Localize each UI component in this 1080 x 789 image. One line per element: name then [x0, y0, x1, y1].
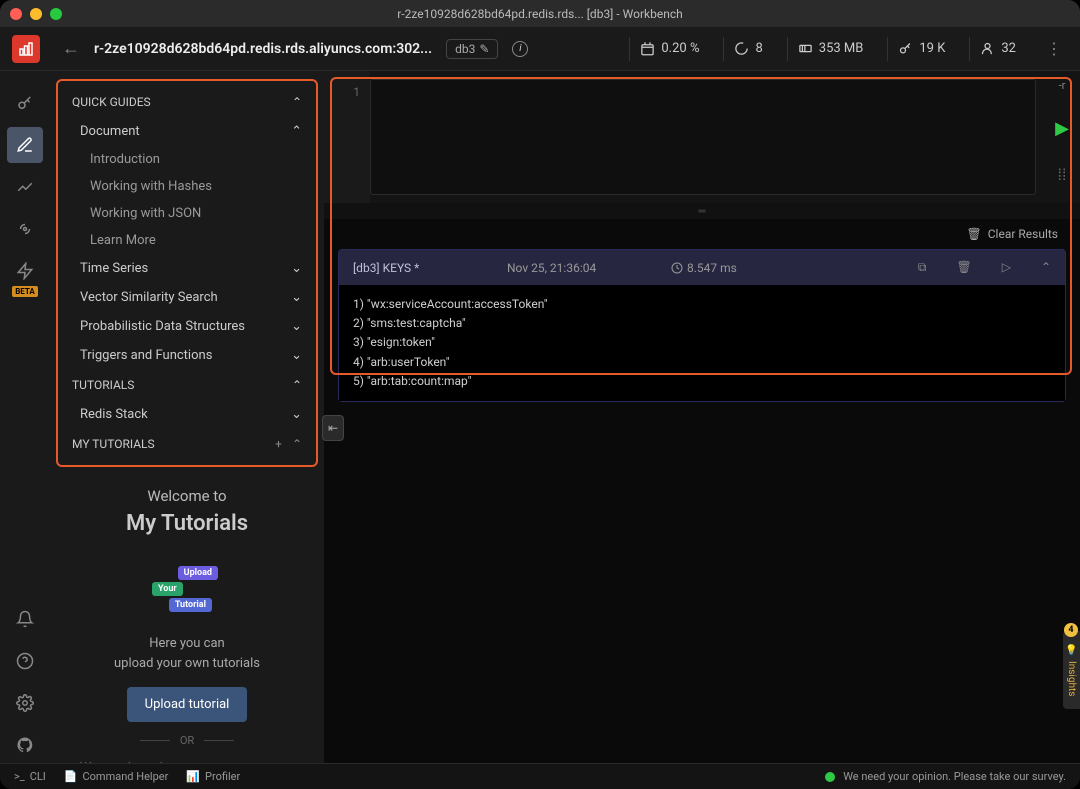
tree-sub-item[interactable]: Learn More — [62, 227, 312, 254]
host-label: r-2ze10928d628bd64pd.redis.rds.aliyuncs.… — [94, 41, 432, 57]
tree-sub-item[interactable]: Working with JSON — [62, 200, 312, 227]
or-divider: OR — [180, 734, 194, 747]
tree-redis-stack[interactable]: Redis Stack⌄ — [62, 400, 312, 429]
section-tutorials[interactable]: TUTORIALS ⌃ — [62, 370, 312, 400]
stat-cpu: 0.20 % — [629, 37, 709, 61]
copy-icon[interactable]: ⧉ — [918, 260, 927, 275]
tree-sub-item[interactable]: Introduction — [62, 146, 312, 173]
rail-help-icon[interactable] — [7, 643, 43, 679]
info-icon[interactable]: i — [512, 41, 528, 57]
rail-key-icon[interactable] — [7, 85, 43, 121]
survey-indicator-icon — [825, 772, 835, 782]
rail-settings-icon[interactable] — [7, 685, 43, 721]
beta-badge: BETA — [12, 286, 38, 297]
result-output: 1) "wx:serviceAccount:accessToken" 2) "s… — [339, 285, 1065, 401]
insights-tab[interactable]: 4 💡 Insights — [1063, 631, 1080, 709]
result-timestamp: Nov 25, 21:36:04 — [507, 261, 647, 275]
result-duration: 8.547 ms — [671, 261, 894, 275]
upload-tutorial-button[interactable]: Upload tutorial — [127, 687, 248, 722]
result-command: [db3] KEYS * — [353, 261, 483, 275]
survey-link[interactable]: We need your opinion. Please take our su… — [843, 770, 1066, 783]
chevron-down-icon: ⌄ — [291, 319, 302, 334]
section-my-tutorials[interactable]: MY TUTORIALS + ⌃ — [62, 429, 312, 459]
chevron-up-icon: ⌃ — [292, 95, 302, 109]
welcome-pre: Welcome to — [66, 487, 308, 505]
rail-workbench-icon[interactable] — [7, 127, 43, 163]
section-label: MY TUTORIALS — [72, 437, 155, 451]
trash-icon[interactable]: 🗑 — [967, 227, 982, 241]
chevron-up-icon: ⌃ — [291, 124, 302, 139]
tree-item[interactable]: Probabilistic Data Structures⌄ — [62, 312, 312, 341]
welcome-text: Here you can — [66, 634, 308, 654]
rail-github-icon[interactable] — [7, 727, 43, 763]
db-label: db3 — [455, 42, 475, 56]
tree-item[interactable]: Triggers and Functions⌄ — [62, 341, 312, 370]
chevron-up-icon: ⌃ — [292, 378, 302, 392]
delete-result-icon[interactable]: 🗑 — [956, 260, 971, 275]
editor-gutter: 1 — [324, 71, 370, 203]
chevron-down-icon: ⌄ — [291, 290, 302, 305]
section-label: TUTORIALS — [72, 378, 134, 392]
welcome-text: upload your own tutorials — [66, 654, 308, 674]
chevron-down-icon: ⌄ — [291, 348, 302, 363]
tree-item[interactable]: Time Series⌄ — [62, 254, 312, 283]
minimize-window-icon[interactable] — [30, 8, 42, 20]
clear-results-button[interactable]: Clear Results — [988, 227, 1058, 241]
tree-sub-item[interactable]: Working with Hashes — [62, 173, 312, 200]
query-editor[interactable] — [370, 79, 1036, 195]
footer-profiler[interactable]: 📊 Profiler — [186, 770, 240, 783]
run-button[interactable]: ▶ — [1055, 102, 1069, 155]
tree-document[interactable]: Document ⌃ — [62, 117, 312, 146]
stat-keys: 19 K — [887, 37, 955, 61]
welcome-illustration: Upload Your Tutorial — [152, 566, 222, 612]
editor-mode-label[interactable]: -r — [1059, 79, 1066, 92]
chevron-down-icon: ⌄ — [291, 407, 302, 422]
section-quick-guides[interactable]: QUICK GUIDES ⌃ — [62, 87, 312, 117]
collapse-result-icon[interactable]: ⌃ — [1041, 260, 1051, 275]
welcome-title: My Tutorials — [66, 511, 308, 536]
stat-connections: 8 — [723, 37, 772, 61]
stat-memory: 353 MB — [787, 37, 874, 61]
collapse-sidebar-button[interactable]: ⇤ — [322, 415, 344, 441]
tree-item[interactable]: Vector Similarity Search⌄ — [62, 283, 312, 312]
grip-icon[interactable]: ⁞⁞ — [1058, 165, 1067, 185]
plus-icon[interactable]: + — [275, 437, 282, 451]
db-selector[interactable]: db3 ✎ — [446, 39, 498, 59]
window-controls[interactable] — [10, 8, 62, 20]
rail-notifications-icon[interactable] — [7, 601, 43, 637]
stat-users: 32 — [969, 37, 1026, 61]
back-arrow-icon[interactable]: ← — [62, 38, 80, 59]
chevron-up-icon: ⌃ — [292, 437, 302, 451]
footer-cli[interactable]: >_ CLI — [14, 770, 46, 783]
resize-handle[interactable]: ═ — [324, 203, 1080, 219]
maximize-window-icon[interactable] — [50, 8, 62, 20]
close-window-icon[interactable] — [10, 8, 22, 20]
chevron-down-icon: ⌄ — [291, 261, 302, 276]
more-icon[interactable]: ⋮ — [1040, 39, 1068, 58]
rail-analytics-icon[interactable] — [7, 169, 43, 205]
rerun-icon[interactable]: ▷ — [1002, 260, 1011, 275]
app-logo[interactable] — [12, 35, 40, 63]
insights-count: 4 — [1064, 623, 1078, 637]
rail-triggers-icon[interactable]: BETA — [7, 253, 43, 289]
section-label: QUICK GUIDES — [72, 95, 151, 109]
edit-icon[interactable]: ✎ — [479, 42, 489, 56]
rail-pubsub-icon[interactable] — [7, 211, 43, 247]
window-title: r-2ze10928d628bd64pd.redis.rds... [db3] … — [397, 7, 682, 21]
footer-command-helper[interactable]: 📄 Command Helper — [64, 770, 169, 783]
